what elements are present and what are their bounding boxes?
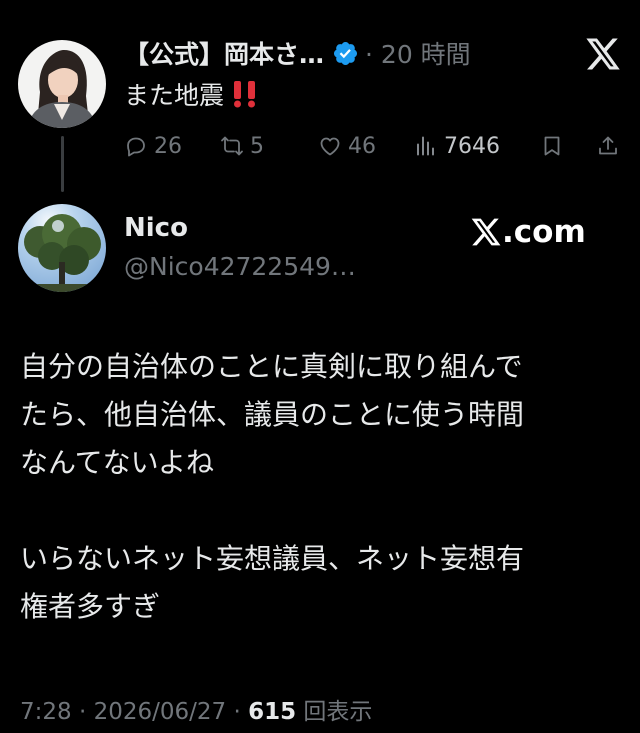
avatar[interactable]: [18, 40, 106, 128]
bookmark-icon: [544, 136, 560, 156]
tweet-body: 自分の自治体のことに真剣に取り組んで たら、他自治体、議員のことに使う時間 なん…: [20, 343, 620, 631]
heart-icon: [320, 137, 340, 156]
avatar[interactable]: [18, 204, 106, 292]
thread-connector: [61, 136, 64, 192]
bookmark-button[interactable]: [540, 128, 570, 164]
like-count: 46: [348, 133, 376, 159]
x-com-watermark: .com: [470, 212, 586, 252]
author-name[interactable]: Nico: [124, 213, 188, 243]
reply-button[interactable]: 26: [124, 128, 182, 164]
tweet-body-line: 権者多すぎ: [20, 590, 161, 623]
x-logo-icon[interactable]: [584, 37, 622, 71]
tweet-time: · 20 時間: [365, 40, 471, 69]
tweet-body-line: いらないネット妄想議員、ネット妄想有: [20, 542, 525, 575]
like-button[interactable]: 46: [318, 128, 376, 164]
retweet-button[interactable]: 5: [220, 128, 264, 164]
views-chart-icon: [417, 136, 434, 156]
views-label: 回表示: [296, 699, 373, 725]
retweet-count: 5: [250, 133, 264, 159]
verified-badge-icon: [333, 41, 358, 65]
author-name[interactable]: 【公式】岡本さ…: [124, 35, 324, 71]
watermark-text: .com: [502, 214, 586, 250]
share-button[interactable]: [596, 128, 626, 164]
tweet-body-line: 自分の自治体のことに真剣に取り組んで: [20, 350, 523, 383]
share-icon: [599, 136, 617, 155]
views-button[interactable]: 7646: [414, 128, 500, 164]
tweet-meta: 7:28 · 2026/06/27 · 615 回表示: [20, 692, 372, 726]
retweet-icon: [221, 136, 243, 156]
tweet-timestamp: 7:28 · 2026/06/27 ·: [20, 699, 249, 725]
tweet-actions: 26 5 46 7646: [124, 128, 624, 164]
reply-icon: [127, 137, 145, 157]
reply-count: 26: [154, 133, 182, 159]
views-count: 7646: [444, 133, 500, 159]
author-handle[interactable]: @Nico42722549…: [124, 252, 356, 281]
views-count: 615: [248, 699, 297, 725]
tweet-text: また地震: [124, 76, 260, 112]
parent-tweet-header: 【公式】岡本さ… · 20 時間: [124, 33, 471, 73]
tweet-body-line: たら、他自治体、議員のことに使う時間: [20, 398, 525, 431]
tweet-text-content: また地震: [124, 81, 225, 110]
x-logo-icon: [471, 218, 501, 246]
tweet-body-line: なんてないよね: [20, 446, 215, 479]
double-exclamation-icon: [234, 81, 256, 108]
